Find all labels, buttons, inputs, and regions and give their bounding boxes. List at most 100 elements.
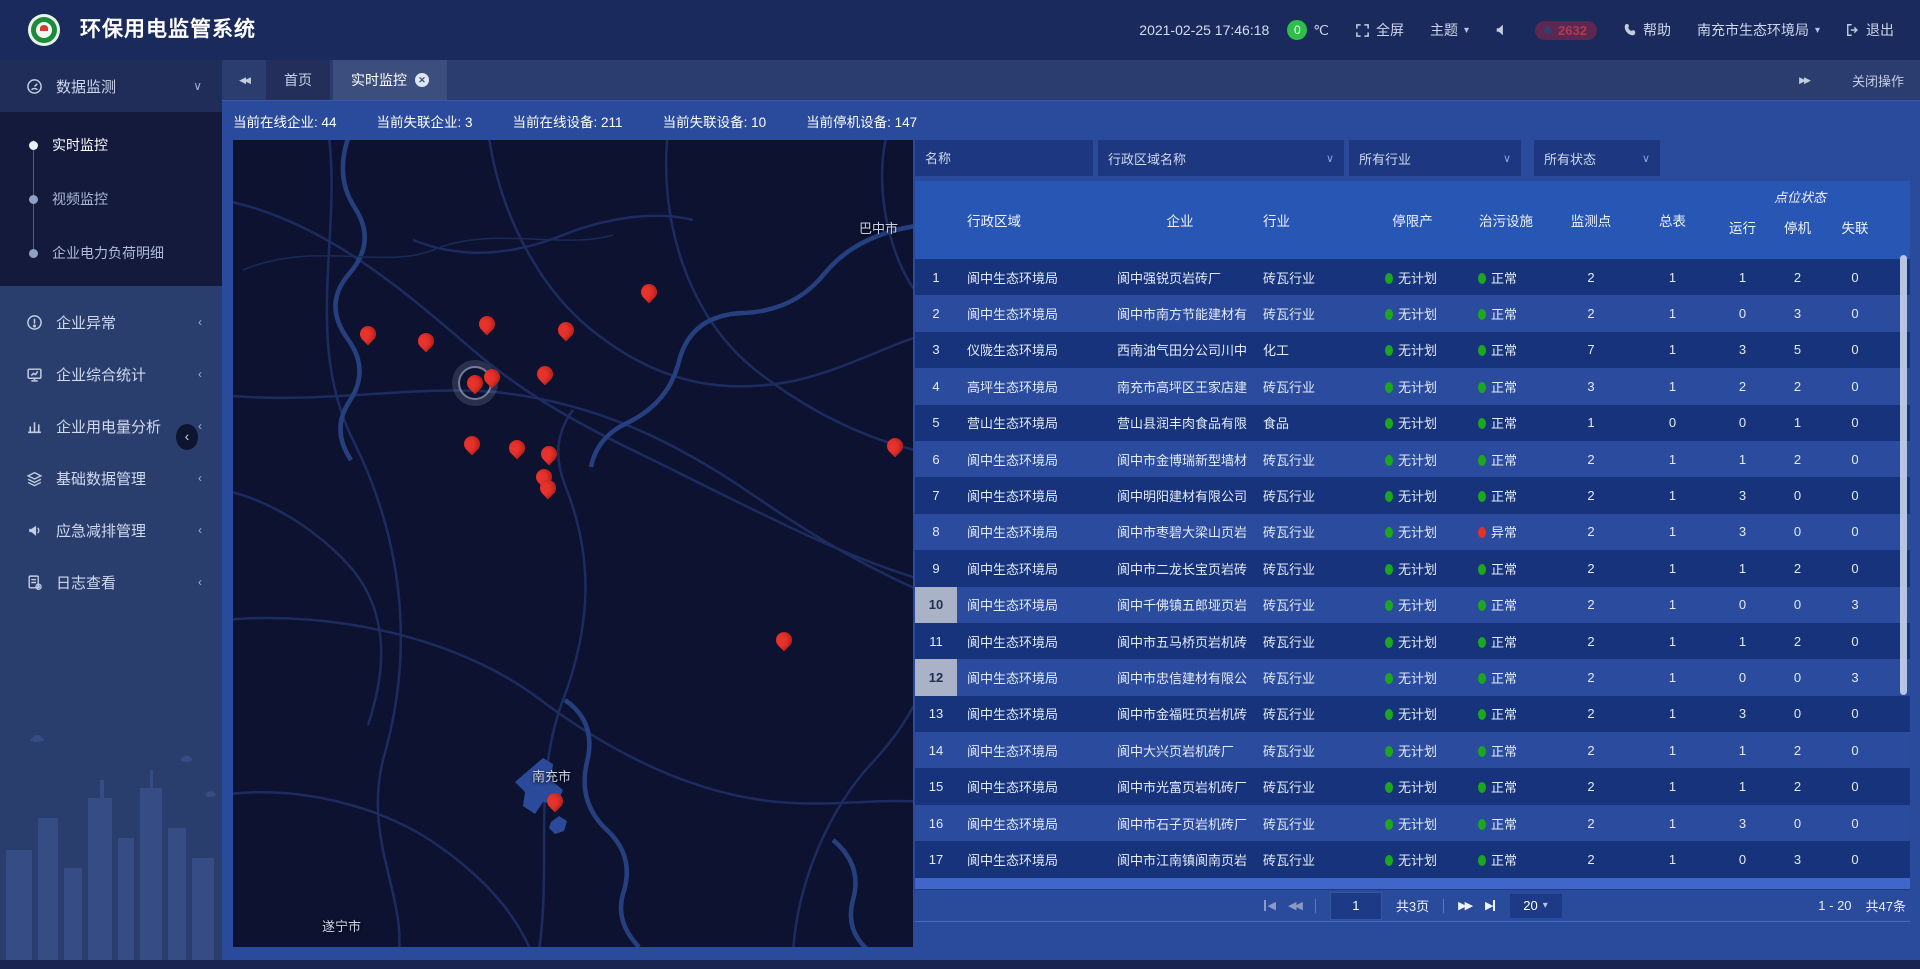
cell-industry: 砖瓦行业	[1253, 587, 1365, 623]
logout-button[interactable]: 退出	[1846, 20, 1894, 40]
sidebar-item[interactable]: 日志查看‹	[0, 556, 222, 608]
table-row[interactable]: 11阆中生态环境局阆中市五马桥页岩机砖砖瓦行业无计划正常21120	[915, 623, 1910, 659]
sidebar-subitem[interactable]: 实时监控	[0, 118, 222, 172]
table-row[interactable]: 6阆中生态环境局阆中市金博瑞新型墙材砖瓦行业无计划正常21120	[915, 441, 1910, 477]
cell-spacer	[1885, 805, 1910, 841]
sidebar-menu: 数据监测∨实时监控视频监控企业电力负荷明细企业异常‹企业综合统计‹企业用电量分析…	[0, 60, 222, 608]
table-row[interactable]: 14阆中生态环境局阆中大兴页岩机砖厂砖瓦行业无计划正常21120	[915, 732, 1910, 768]
table-row[interactable]: 16阆中生态环境局阆中市石子页岩机砖厂砖瓦行业无计划正常21300	[915, 805, 1910, 841]
cell-lost-count: 0	[1825, 841, 1885, 877]
sidebar-subitem[interactable]: 视频监控	[0, 172, 222, 226]
cell-region: 阆中生态环境局	[957, 805, 1107, 841]
tab-realtime-monitor[interactable]: 实时监控 ✕	[333, 60, 447, 100]
cell-stop-count: 2	[1770, 259, 1825, 295]
cell-facility-status: 正常	[1460, 768, 1552, 804]
vertical-scrollbar[interactable]	[1900, 255, 1907, 695]
org-menu-button[interactable]: 南充市生态环境局▾	[1697, 20, 1820, 40]
table-row[interactable]: 13阆中生态环境局阆中市金福旺页岩机砖砖瓦行业无计划正常21300	[915, 696, 1910, 732]
help-button[interactable]: 帮助	[1623, 20, 1671, 40]
map-marker-icon[interactable]	[357, 323, 380, 346]
range-label: 1 - 20	[1818, 898, 1851, 913]
table-row[interactable]: 10阆中生态环境局阆中千佛镇五郎垭页岩砖瓦行业无计划正常21003	[915, 587, 1910, 623]
tab-home[interactable]: 首页	[266, 60, 330, 100]
theme-menu-button[interactable]: 主题▾	[1430, 20, 1469, 40]
table-row[interactable]: 4高坪生态环境局南充市高坪区王家店建砖瓦行业无计划正常31220	[915, 368, 1910, 404]
map-marker-icon[interactable]	[544, 790, 567, 813]
page-number-input[interactable]	[1330, 892, 1382, 920]
cell-spacer	[1885, 768, 1910, 804]
total-pages-label: 共3页	[1396, 896, 1429, 915]
cell-company: 西南油气田分公司川中	[1107, 332, 1253, 368]
sidebar-item[interactable]: 应急减排管理‹	[0, 504, 222, 556]
map-panel[interactable]: 巴中市南充市遂宁市	[233, 140, 913, 947]
map-marker-icon[interactable]	[538, 443, 561, 466]
sidebar-item[interactable]: 企业综合统计‹	[0, 348, 222, 400]
row-index: 3	[915, 332, 957, 368]
table-row[interactable]: 2阆中生态环境局阆中市南方节能建材有砖瓦行业无计划正常21030	[915, 295, 1910, 331]
app-title: 环保用电监管系统	[80, 0, 256, 60]
sidebar-submenu: 实时监控视频监控企业电力负荷明细	[0, 112, 222, 286]
cell-stop-count: 0	[1770, 587, 1825, 623]
table-row[interactable]: 7阆中生态环境局阆中明阳建材有限公司砖瓦行业无计划正常21300	[915, 477, 1910, 513]
table-row[interactable]: 3仪陇生态环境局西南油气田分公司川中化工无计划正常71350	[915, 332, 1910, 368]
sidebar-subitem[interactable]: 企业电力负荷明细	[0, 226, 222, 280]
prev-page-button[interactable]: ◀◀	[1288, 899, 1301, 912]
cell-company: 阆中市金博瑞新型墙材	[1107, 441, 1253, 477]
cell-run-count: 0	[1715, 659, 1770, 695]
table-row[interactable]: 1阆中生态环境局阆中强锐页岩砖厂砖瓦行业无计划正常21120	[915, 259, 1910, 295]
page-size-select[interactable]: 20 ▾	[1510, 894, 1562, 918]
voice-mute-button[interactable]	[1495, 23, 1509, 37]
cell-stop-count: 1	[1770, 405, 1825, 441]
sidebar-item[interactable]: 企业异常‹	[0, 296, 222, 348]
notification-badge[interactable]: 2632	[1535, 21, 1597, 40]
row-index: 10	[915, 587, 957, 623]
pager-divider	[1315, 899, 1316, 913]
status-select[interactable]: 所有状态 ∨	[1534, 140, 1660, 176]
map-marker-icon[interactable]	[461, 433, 484, 456]
row-index: 1	[915, 259, 957, 295]
map-marker-icon[interactable]	[555, 319, 578, 342]
cell-region: 阆中生态环境局	[957, 768, 1107, 804]
map-marker-icon[interactable]	[506, 437, 529, 460]
map-marker-icon[interactable]	[773, 629, 796, 652]
sidebar-item[interactable]: 基础数据管理‹	[0, 452, 222, 504]
cell-company: 阆中市五马桥页岩机砖	[1107, 623, 1253, 659]
region-select[interactable]: 行政区域名称 ∨	[1098, 140, 1344, 176]
tabs-scroll-right-button[interactable]: ▶▶	[1782, 75, 1826, 86]
row-index: 7	[915, 477, 957, 513]
cell-meter-count: 1	[1630, 659, 1715, 695]
tab-close-icon[interactable]: ✕	[415, 73, 429, 87]
fullscreen-button[interactable]: 全屏	[1355, 20, 1404, 40]
map-marker-icon[interactable]	[884, 435, 907, 458]
cell-stop-count: 3	[1770, 295, 1825, 331]
sidebar: 数据监测∨实时监控视频监控企业电力负荷明细企业异常‹企业综合统计‹企业用电量分析…	[0, 60, 222, 960]
next-page-button[interactable]: ▶▶	[1458, 899, 1471, 912]
filter-bar: 行政区域名称 ∨ 所有行业 ∨ 所有状态 ∨	[915, 140, 1910, 176]
table-row[interactable]: 5营山生态环境局营山县润丰肉食品有限食品无计划正常10010	[915, 405, 1910, 441]
last-page-button[interactable]: ▶	[1485, 899, 1495, 912]
name-search-input[interactable]	[915, 140, 1093, 176]
map-marker-icon[interactable]	[476, 313, 499, 336]
industry-select[interactable]: 所有行业 ∨	[1349, 140, 1521, 176]
table-row[interactable]: 12阆中生态环境局阆中市忠信建材有限公砖瓦行业无计划正常21003	[915, 659, 1910, 695]
cell-stop-count: 3	[1770, 841, 1825, 877]
map-marker-icon[interactable]	[638, 281, 661, 304]
cell-limit-status: 无计划	[1365, 696, 1460, 732]
table-row[interactable]: 15阆中生态环境局阆中市光富页岩机砖厂砖瓦行业无计划正常21120	[915, 768, 1910, 804]
table-row[interactable]: 8阆中生态环境局阆中市枣碧大梁山页岩砖瓦行业无计划异常21300	[915, 514, 1910, 550]
cell-region: 营山生态环境局	[957, 405, 1107, 441]
map-marker-icon[interactable]	[534, 363, 557, 386]
tabs-scroll-left-button[interactable]: ◀◀	[222, 60, 266, 100]
table-body-scroll-area[interactable]: 1阆中生态环境局阆中强锐页岩砖厂砖瓦行业无计划正常211202阆中生态环境局阆中…	[915, 259, 1910, 894]
cell-monitor-count: 2	[1552, 441, 1630, 477]
status-dot-icon	[1478, 418, 1486, 429]
sidebar-item[interactable]: 数据监测∨	[0, 60, 222, 112]
map-marker-icon[interactable]	[415, 330, 438, 353]
cell-stop-count: 2	[1770, 732, 1825, 768]
table-row[interactable]: 17阆中生态环境局阆中市江南镇阆南页岩砖瓦行业无计划正常21030	[915, 841, 1910, 877]
table-row[interactable]: 9阆中生态环境局阆中市二龙长宝页岩砖砖瓦行业无计划正常21120	[915, 550, 1910, 586]
cell-stop-count: 2	[1770, 441, 1825, 477]
panel-collapse-button[interactable]: ‹	[176, 424, 198, 450]
close-operations-button[interactable]: 关闭操作	[1852, 71, 1904, 90]
first-page-button[interactable]: ◀	[1263, 899, 1273, 912]
